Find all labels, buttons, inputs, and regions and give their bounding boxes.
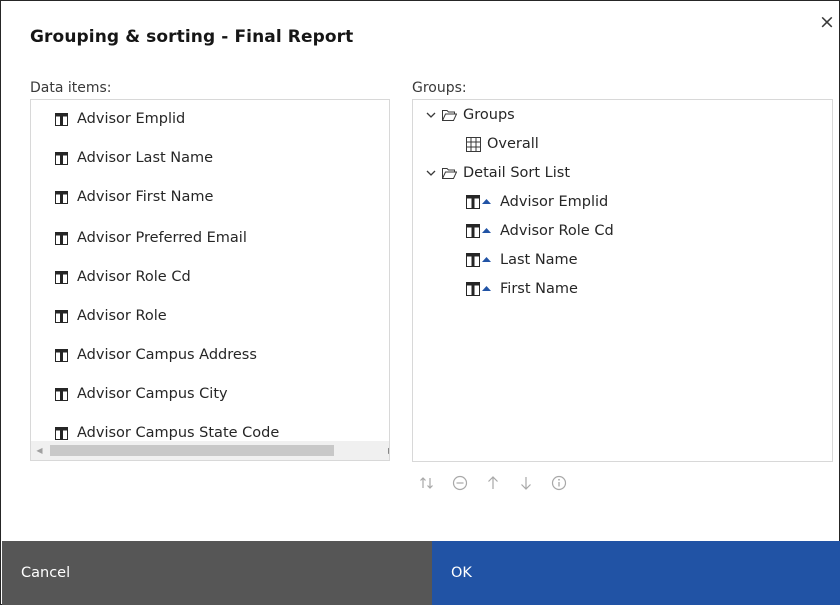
grid-icon (466, 136, 481, 152)
dialog-title: Grouping & sorting - Final Report (30, 27, 354, 47)
text-data-item-icon (55, 231, 68, 245)
data-item-label: Advisor First Name (77, 189, 214, 205)
chevron-down-icon[interactable] (425, 109, 437, 121)
text-item-ascending-sort-icon (466, 253, 493, 267)
tree-node-detail-sort-list[interactable]: Detail Sort List (425, 162, 570, 184)
data-items-label: Data items: (30, 80, 112, 96)
data-item[interactable]: Advisor Role Cd (55, 266, 191, 288)
text-data-item-icon (55, 151, 68, 165)
sort-item[interactable]: Advisor Role Cd (466, 220, 614, 242)
folder-icon (441, 167, 458, 180)
data-item-label: Advisor Role Cd (77, 269, 191, 285)
text-item-ascending-sort-icon (466, 224, 493, 238)
data-item-label: Advisor Campus Address (77, 347, 257, 363)
tree-node-label: Groups (463, 107, 515, 123)
horizontal-scroll-thumb[interactable] (50, 445, 334, 456)
groups-label: Groups: (412, 80, 467, 96)
data-item[interactable]: Advisor Emplid (55, 108, 185, 130)
groups-toolbar (419, 471, 584, 495)
text-data-item-icon (55, 426, 68, 440)
data-items-list[interactable]: Advisor Emplid Advisor Last Name Advisor… (30, 99, 390, 461)
sort-item-label: First Name (500, 281, 578, 297)
tree-node-label: Detail Sort List (463, 165, 571, 181)
close-icon[interactable]: × (818, 13, 836, 32)
data-item[interactable]: Advisor Role (55, 305, 167, 327)
tree-node-overall[interactable]: Overall (466, 133, 539, 155)
remove-icon[interactable] (452, 471, 485, 495)
text-data-item-icon (55, 387, 68, 401)
sort-item[interactable]: Advisor Emplid (466, 191, 608, 213)
move-up-icon[interactable] (485, 471, 518, 495)
data-item-label: Advisor Campus State Code (77, 425, 280, 441)
data-item[interactable]: Advisor First Name (55, 186, 213, 208)
sort-item-label: Last Name (500, 252, 578, 268)
data-item-label: Advisor Preferred Email (77, 230, 247, 246)
data-item-label: Advisor Last Name (77, 150, 214, 166)
text-data-item-icon (55, 190, 68, 204)
scroll-right-icon[interactable]: ▶ (383, 441, 389, 460)
data-item[interactable]: Advisor Last Name (55, 147, 213, 169)
data-item-label: Advisor Emplid (77, 111, 186, 127)
text-data-item-icon (55, 112, 68, 126)
text-data-item-icon (55, 309, 68, 323)
text-item-ascending-sort-icon (466, 195, 493, 209)
cancel-button[interactable]: Cancel (2, 541, 432, 605)
move-down-icon[interactable] (518, 471, 551, 495)
text-item-ascending-sort-icon (466, 282, 493, 296)
sort-item-label: Advisor Role Cd (500, 223, 614, 239)
tree-node-groups[interactable]: Groups (425, 104, 515, 126)
tree-node-label: Overall (487, 136, 539, 152)
grouping-sorting-dialog: Grouping & sorting - Final Report × Data… (0, 0, 840, 605)
folder-icon (441, 109, 458, 122)
text-data-item-icon (55, 270, 68, 284)
data-item-label: Advisor Campus City (77, 386, 228, 402)
data-item-label: Advisor Role (77, 308, 167, 324)
groups-tree[interactable]: Groups Overall Detail Sort List Advisor … (412, 99, 833, 462)
sort-item[interactable]: First Name (466, 278, 578, 300)
sort-item-label: Advisor Emplid (500, 194, 609, 210)
text-data-item-icon (55, 348, 68, 362)
info-icon[interactable] (551, 471, 584, 495)
chevron-down-icon[interactable] (425, 167, 437, 179)
data-item[interactable]: Advisor Preferred Email (55, 227, 247, 249)
data-item[interactable]: Advisor Campus Address (55, 344, 257, 366)
ok-button[interactable]: OK (432, 541, 840, 605)
sort-toggle-icon[interactable] (419, 471, 452, 495)
horizontal-scrollbar[interactable]: ◀ ▶ (31, 441, 389, 460)
data-item[interactable]: Advisor Campus City (55, 383, 228, 405)
scroll-left-icon[interactable]: ◀ (31, 441, 48, 460)
sort-item[interactable]: Last Name (466, 249, 578, 271)
